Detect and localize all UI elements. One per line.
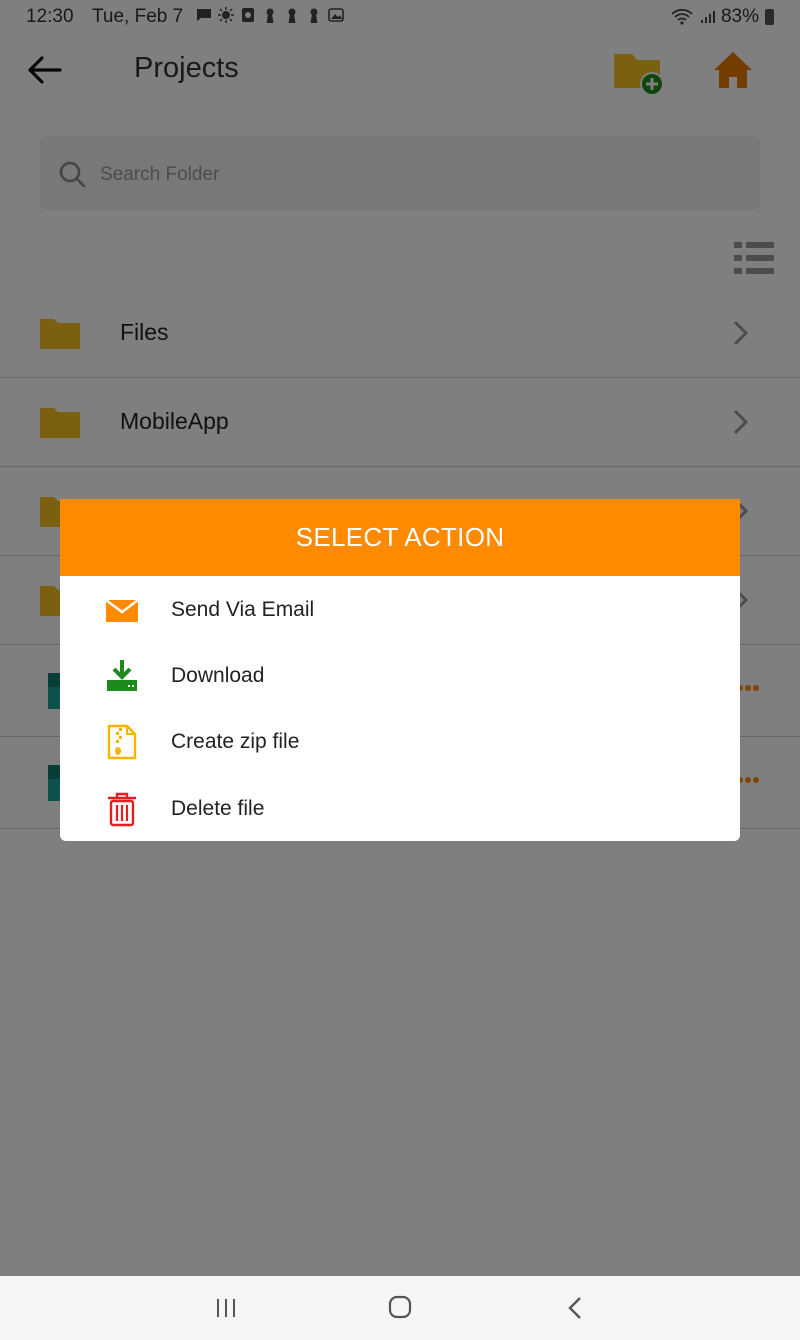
home-button-icon[interactable] <box>388 1295 412 1319</box>
create-zip-action[interactable]: Create zip file <box>60 710 740 774</box>
select-action-dialog: SELECT ACTION Send Via Email Download Cr… <box>60 499 740 841</box>
action-label: Send Via Email <box>171 598 315 621</box>
delete-file-action[interactable]: Delete file <box>60 777 740 841</box>
action-label: Delete file <box>171 797 265 820</box>
zip-file-icon <box>107 724 137 760</box>
recents-icon[interactable] <box>214 1298 238 1318</box>
download-icon <box>107 660 137 691</box>
dialog-title: SELECT ACTION <box>60 499 740 576</box>
system-nav-bar <box>0 1276 800 1340</box>
envelope-icon <box>105 599 139 622</box>
send-via-email-action[interactable]: Send Via Email <box>60 578 740 642</box>
trash-icon <box>108 792 136 827</box>
action-label: Create zip file <box>171 730 300 753</box>
download-action[interactable]: Download <box>60 644 740 708</box>
action-label: Download <box>171 664 265 687</box>
back-button-icon[interactable] <box>566 1295 584 1321</box>
